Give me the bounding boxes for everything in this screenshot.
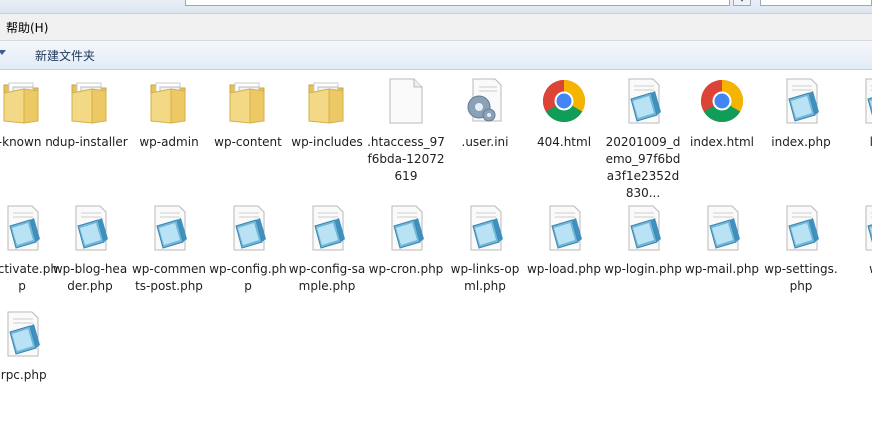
file-item[interactable]: index.html xyxy=(683,77,761,197)
file-item[interactable]: dup-installer xyxy=(51,77,129,197)
menu-help[interactable]: 帮助(H) xyxy=(6,19,48,36)
php-file-icon xyxy=(858,204,872,252)
php-file-icon xyxy=(384,204,428,252)
file-item[interactable]: wp-settings.php xyxy=(762,204,840,324)
file-label: wp-blog-header.php xyxy=(52,262,128,293)
file-item[interactable]: wp-content xyxy=(209,77,287,197)
file-label: 20201009_demo_97f6bda3f1e2352d830... xyxy=(605,135,681,200)
organize-dropdown-icon[interactable] xyxy=(0,50,6,55)
php-file-icon xyxy=(305,204,349,252)
php-file-icon xyxy=(621,204,665,252)
file-item[interactable]: wp- xyxy=(841,204,872,324)
file-list: ll-known ndup-installerwp-adminwp-conten… xyxy=(0,70,872,427)
folder-icon xyxy=(0,77,44,125)
file-label: wp-login.php xyxy=(604,262,682,276)
file-item[interactable]: wp-config-sample.php xyxy=(288,204,366,324)
file-item[interactable]: lice xyxy=(841,77,872,197)
file-item[interactable]: wp-blog-header.php xyxy=(51,204,129,324)
file-item[interactable]: wp-load.php xyxy=(525,204,603,324)
file-label: wp-settings.php xyxy=(764,262,838,293)
file-label: wp-config-sample.php xyxy=(288,262,366,293)
file-item[interactable]: index.php xyxy=(762,77,840,197)
new-folder-button[interactable]: 新建文件夹 xyxy=(35,47,95,64)
chrome-icon xyxy=(700,77,744,125)
file-label: .htaccess_97f6bda-12072619 xyxy=(367,135,445,183)
file-label: 404.html xyxy=(536,135,592,149)
file-item[interactable]: wp-login.php xyxy=(604,204,682,324)
php-file-icon xyxy=(779,77,823,125)
php-file-icon xyxy=(147,204,191,252)
file-item[interactable]: .htaccess_97f6bda-12072619 xyxy=(367,77,445,197)
chrome-icon xyxy=(542,77,586,125)
php-file-icon xyxy=(463,204,507,252)
file-item[interactable]: wp-comments-post.php xyxy=(130,204,208,324)
file-label: wp-comments-post.php xyxy=(131,262,207,293)
folder-icon xyxy=(68,77,112,125)
file-label: lrpc.php xyxy=(0,368,47,382)
php-file-icon xyxy=(621,77,665,125)
file-item[interactable]: lrpc.php xyxy=(0,310,61,430)
file-label: wp-content xyxy=(214,135,282,149)
folder-icon xyxy=(305,77,349,125)
blank-file-icon xyxy=(384,77,428,125)
file-label: index.php xyxy=(771,135,831,149)
file-item[interactable]: .user.ini xyxy=(446,77,524,197)
php-file-icon xyxy=(0,204,44,252)
file-item[interactable]: 20201009_demo_97f6bda3f1e2352d830... xyxy=(604,77,682,200)
file-item[interactable]: wp-admin xyxy=(130,77,208,197)
file-item[interactable]: wp-links-opml.php xyxy=(446,204,524,324)
file-label: lice xyxy=(869,135,872,149)
file-label: wp-mail.php xyxy=(684,262,760,276)
php-file-icon xyxy=(700,204,744,252)
php-file-icon xyxy=(68,204,112,252)
file-label: .user.ini xyxy=(461,135,509,149)
address-strip: ▾ xyxy=(0,0,872,14)
search-input[interactable] xyxy=(760,0,872,6)
file-label: wp-cron.php xyxy=(368,262,444,276)
php-file-icon xyxy=(542,204,586,252)
file-label: wp-config.php xyxy=(209,262,287,293)
address-dropdown-icon[interactable]: ▾ xyxy=(733,0,751,6)
file-label: wp-admin xyxy=(139,135,199,149)
config-file-icon xyxy=(463,77,507,125)
file-label: index.html xyxy=(690,135,754,149)
file-item[interactable]: wp-includes xyxy=(288,77,366,197)
address-bar[interactable] xyxy=(185,0,730,6)
toolbar: 新建文件夹 xyxy=(0,41,872,70)
folder-icon xyxy=(147,77,191,125)
file-item[interactable]: wp-mail.php xyxy=(683,204,761,324)
folder-icon xyxy=(226,77,270,125)
file-label: wp- xyxy=(841,261,872,278)
php-file-icon xyxy=(226,204,270,252)
file-item[interactable]: wp-cron.php xyxy=(367,204,445,324)
file-label: wp-includes xyxy=(291,135,363,149)
file-item[interactable]: 404.html xyxy=(525,77,603,197)
php-file-icon xyxy=(779,204,823,252)
file-label: wp-load.php xyxy=(526,262,602,276)
file-item[interactable]: wp-config.php xyxy=(209,204,287,324)
file-label: dup-installer xyxy=(52,135,128,149)
file-label: wp-links-opml.php xyxy=(450,262,520,293)
menu-bar: 帮助(H) xyxy=(0,14,872,41)
php-file-icon xyxy=(858,77,872,125)
php-file-icon xyxy=(0,310,44,358)
